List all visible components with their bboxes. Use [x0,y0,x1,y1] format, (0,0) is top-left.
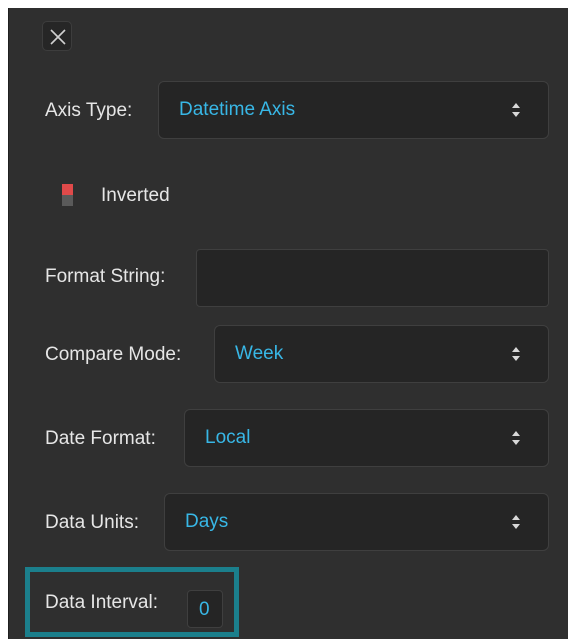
date-format-select[interactable]: Local [184,409,549,467]
date-format-label: Date Format: [45,428,156,449]
close-x-icon [50,29,66,45]
date-format-value: Local [205,427,251,448]
format-string-input[interactable] [196,249,549,307]
compare-mode-label: Compare Mode: [45,344,182,365]
inverted-toggle[interactable] [62,184,73,206]
data-interval-label: Data Interval: [45,592,158,613]
select-arrows-icon [512,431,520,445]
data-interval-input[interactable]: 0 [187,590,223,628]
select-arrows-icon [512,347,520,361]
data-units-value: Days [185,511,229,532]
toggle-on-segment [62,184,73,195]
axis-type-label: Axis Type: [45,100,133,121]
close-button[interactable] [42,21,72,51]
axis-type-select[interactable]: Datetime Axis [158,81,549,139]
data-units-label: Data Units: [45,512,139,533]
data-units-select[interactable]: Days [164,493,549,551]
select-arrows-icon [512,103,520,117]
compare-mode-value: Week [235,343,284,364]
toggle-off-segment [62,195,73,206]
data-interval-value: 0 [199,599,210,620]
format-string-label: Format String: [45,266,166,287]
select-arrows-icon [512,515,520,529]
compare-mode-select[interactable]: Week [214,325,549,383]
axis-type-value: Datetime Axis [179,99,296,120]
inverted-label: Inverted [101,185,170,206]
